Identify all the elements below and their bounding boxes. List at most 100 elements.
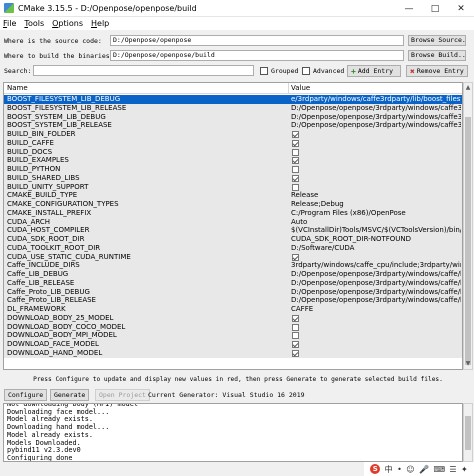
table-row[interactable]: DL_FRAMEWORK CAFFE xyxy=(4,305,462,314)
row-value[interactable]: D:/Openpose/openpose/3rdparty/windows/ca… xyxy=(291,113,461,122)
output-log[interactable]: Not downloading body (MPI) model Download… xyxy=(3,403,463,462)
row-value[interactable]: e/3rdparty/windows/caffe3rdparty/lib/boo… xyxy=(291,95,461,104)
menu-help[interactable]: Help xyxy=(91,19,109,28)
table-row[interactable]: BUILD_EXAMPLES xyxy=(4,156,462,165)
column-header-value[interactable]: Value xyxy=(291,84,310,92)
minimize-icon[interactable]: — xyxy=(396,0,422,17)
row-value-checkbox[interactable] xyxy=(292,174,299,182)
table-row[interactable]: BUILD_DOCS xyxy=(4,147,462,157)
table-row[interactable]: Caffe_Proto_LIB_DEBUG D:/Openpose/openpos… xyxy=(4,287,462,297)
browse-source-button[interactable]: Browse Source... xyxy=(408,35,466,46)
grouped-check-box[interactable] xyxy=(260,67,268,75)
row-value[interactable]: 3rdparty/windows/caffe_cpu/include;3rdpa… xyxy=(291,261,461,270)
row-value-checkbox[interactable] xyxy=(292,157,299,165)
column-header-name[interactable]: Name xyxy=(7,84,28,92)
microphone-icon[interactable]: 🎤 xyxy=(419,465,429,474)
generate-button[interactable]: Generate xyxy=(50,389,90,401)
log-scrollbar[interactable] xyxy=(463,403,473,462)
row-value[interactable]: D:/Openpose/openpose/3rdparty/windows/ca… xyxy=(291,288,461,297)
scrollbar-thumb[interactable] xyxy=(465,117,471,365)
row-value[interactable]: D:/Openpose/openpose/3rdparty/windows/ca… xyxy=(291,279,461,288)
menu-file[interactable]: File xyxy=(3,19,16,28)
browse-build-button[interactable]: Browse Build... xyxy=(408,50,466,61)
row-value[interactable]: C:/Program Files (x86)/OpenPose xyxy=(291,209,461,218)
row-name: BOOST_SYSTEM_LIB_DEBUG xyxy=(7,112,106,121)
table-row[interactable]: CUDA_SDK_ROOT_DIR CUDA_SDK_ROOT_DIR-NOTFO… xyxy=(4,235,462,244)
table-row[interactable]: DOWNLOAD_BODY_25_MODEL xyxy=(4,313,462,323)
table-row[interactable]: BUILD_PYTHON xyxy=(4,165,462,174)
row-value-checkbox[interactable] xyxy=(292,139,299,147)
emoji-icon[interactable]: ☺ xyxy=(406,465,414,474)
log-scrollbar-thumb[interactable] xyxy=(465,416,471,450)
keyboard-icon[interactable]: ⌨ xyxy=(433,465,445,474)
open-project-button[interactable]: Open Project xyxy=(95,389,150,401)
table-row[interactable]: DOWNLOAD_BODY_COCO_MODEL xyxy=(4,322,462,332)
source-input[interactable]: D:/Openpose/openpose xyxy=(110,35,404,46)
row-value[interactable]: D:/Software/CUDA xyxy=(291,244,461,253)
table-row[interactable]: BUILD_CAFFE xyxy=(4,138,462,148)
table-row[interactable]: BUILD_SHARED_LIBS xyxy=(4,173,462,183)
row-value-checkbox[interactable] xyxy=(292,131,299,138)
menu-options[interactable]: Options xyxy=(52,19,83,28)
table-row[interactable]: CMAKE_BUILD_TYPE Release xyxy=(4,191,462,200)
table-row[interactable]: CUDA_TOOLKIT_ROOT_DIR D:/Software/CUDA xyxy=(4,243,462,253)
table-row[interactable]: DOWNLOAD_HAND_MODEL xyxy=(4,348,462,358)
table-row[interactable]: CUDA_HOST_COMPILER $(VCInstallDir)Tools/M… xyxy=(4,226,462,235)
row-value-checkbox[interactable] xyxy=(292,166,299,173)
table-row[interactable]: BUILD_BIN_FOLDER xyxy=(4,130,462,139)
skin-icon[interactable]: ✦ xyxy=(461,465,468,474)
ime-lang-toggle[interactable]: 中 xyxy=(385,464,393,475)
configure-button[interactable]: Configure xyxy=(4,389,48,401)
table-scrollbar[interactable]: ▲ ▼ xyxy=(463,82,473,370)
table-row[interactable]: Caffe_INCLUDE_DIRS 3rdparty/windows/caffe… xyxy=(4,261,462,270)
table-row[interactable]: CMAKE_CONFIGURATION_TYPES Release;Debug xyxy=(4,200,462,209)
row-value-checkbox[interactable] xyxy=(292,148,299,156)
table-row[interactable]: BOOST_SYSTEM_LIB_DEBUG D:/Openpose/openpo… xyxy=(4,112,462,122)
table-row[interactable]: DOWNLOAD_FACE_MODEL xyxy=(4,340,462,349)
search-input[interactable] xyxy=(33,65,254,76)
row-value-checkbox[interactable] xyxy=(292,253,299,261)
close-icon[interactable]: ✕ xyxy=(448,0,474,17)
table-row[interactable]: BOOST_FILESYSTEM_LIB_RELEASE D:/Openpose/… xyxy=(4,103,462,113)
row-value[interactable]: Auto xyxy=(291,218,461,227)
scroll-up-icon[interactable]: ▲ xyxy=(465,84,471,92)
table-row[interactable]: BOOST_FILESYSTEM_LIB_DEBUG e/3rdparty/win… xyxy=(4,95,462,104)
menu-tools[interactable]: Tools xyxy=(24,19,44,28)
row-value[interactable]: Release xyxy=(291,191,461,200)
table-row[interactable]: Caffe_LIB_DEBUG D:/Openpose/openpose/3rdp… xyxy=(4,270,462,279)
row-value[interactable]: $(VCInstallDir)Tools/MSVC/$(VCToolsVersi… xyxy=(291,226,461,235)
table-row[interactable]: CMAKE_INSTALL_PREFIX C:/Program Files (x8… xyxy=(4,208,462,218)
row-value-checkbox[interactable] xyxy=(292,341,299,348)
menu-icon[interactable]: ☰ xyxy=(449,465,456,474)
table-row[interactable]: Caffe_Proto_LIB_RELEASE D:/Openpose/openp… xyxy=(4,296,462,305)
row-value-checkbox[interactable] xyxy=(292,332,299,340)
add-entry-button[interactable]: + Add Entry xyxy=(347,65,401,77)
table-row[interactable]: Caffe_LIB_RELEASE D:/Openpose/openpose/3r… xyxy=(4,278,462,288)
remove-entry-button[interactable]: ✖ Remove Entry xyxy=(406,65,468,77)
row-value-checkbox[interactable] xyxy=(292,314,299,322)
sogou-logo[interactable]: S xyxy=(370,464,381,474)
row-value[interactable]: Release;Debug xyxy=(291,200,461,209)
scroll-down-icon[interactable]: ▼ xyxy=(465,360,471,368)
table-row[interactable]: BOOST_SYSTEM_LIB_RELEASE D:/Openpose/open… xyxy=(4,121,462,130)
advanced-check-box[interactable] xyxy=(302,67,310,75)
grouped-checkbox[interactable]: Grouped xyxy=(260,67,298,75)
column-divider[interactable] xyxy=(288,83,289,94)
table-row[interactable]: CUDA_ARCH Auto xyxy=(4,217,462,227)
table-row[interactable]: DOWNLOAD_BODY_MPI_MODEL xyxy=(4,331,462,340)
row-value[interactable]: CAFFE xyxy=(291,305,461,314)
row-value[interactable]: D:/Openpose/openpose/3rdparty/windows/ca… xyxy=(291,121,461,130)
row-value-checkbox[interactable] xyxy=(292,323,299,331)
table-row[interactable]: CUDA_USE_STATIC_CUDA_RUNTIME xyxy=(4,252,462,262)
row-value[interactable]: D:/Openpose/openpose/3rdparty/windows/ca… xyxy=(291,270,461,279)
row-value[interactable]: D:/Openpose/openpose/3rdparty/windows/ca… xyxy=(291,104,461,113)
row-value-checkbox[interactable] xyxy=(292,349,299,357)
advanced-checkbox[interactable]: Advanced xyxy=(302,67,344,75)
build-input[interactable]: D:/Openpose/openpose/build xyxy=(110,50,404,61)
row-value[interactable]: D:/Openpose/openpose/3rdparty/windows/ca… xyxy=(291,296,461,305)
row-value-checkbox[interactable] xyxy=(292,183,299,191)
punctuation-icon[interactable]: • xyxy=(397,465,402,474)
table-row[interactable]: BUILD_UNITY_SUPPORT xyxy=(4,182,462,192)
row-value[interactable]: CUDA_SDK_ROOT_DIR-NOTFOUND xyxy=(291,235,461,244)
maximize-icon[interactable]: □ xyxy=(422,0,448,17)
